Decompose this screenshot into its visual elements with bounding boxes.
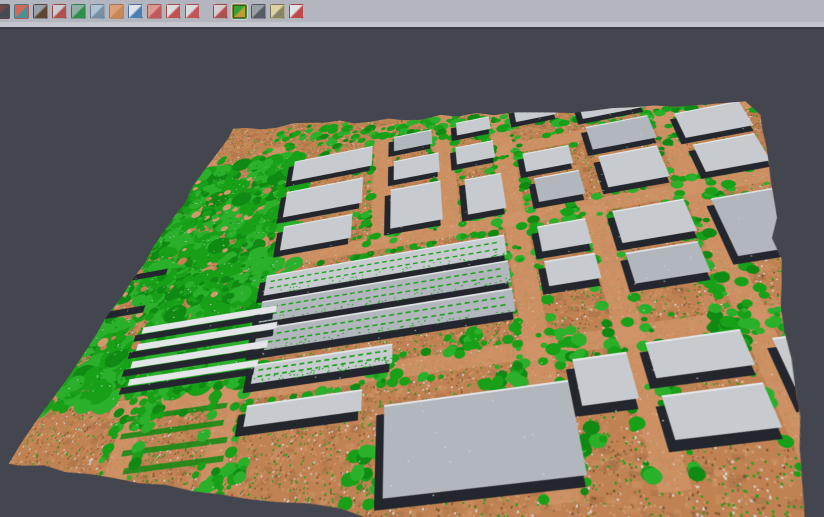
globe-view-button[interactable]: [128, 4, 143, 19]
measure-tool-button[interactable]: [270, 4, 285, 19]
application-window: [0, 0, 824, 517]
orthophoto-button[interactable]: [109, 4, 124, 19]
point-cloud-canvas: [0, 96, 824, 517]
target-point-button[interactable]: [166, 4, 181, 19]
layer-list-button[interactable]: [147, 4, 162, 19]
colorize-tool-button[interactable]: [289, 4, 304, 19]
vegetation-layer-button[interactable]: [71, 4, 86, 19]
clip-box-button[interactable]: [0, 4, 10, 19]
select-region-button[interactable]: [185, 4, 200, 19]
3d-viewport[interactable]: [0, 29, 824, 517]
snapshot-button[interactable]: [213, 4, 228, 19]
toolbar: [0, 0, 824, 22]
classify-points-button[interactable]: [14, 4, 29, 19]
add-marker-button[interactable]: [52, 4, 67, 19]
sphere-tool-button[interactable]: [251, 4, 266, 19]
profile-view-button[interactable]: [90, 4, 105, 19]
terrain-model-button[interactable]: [33, 4, 48, 19]
classification-view-button[interactable]: [232, 4, 247, 19]
